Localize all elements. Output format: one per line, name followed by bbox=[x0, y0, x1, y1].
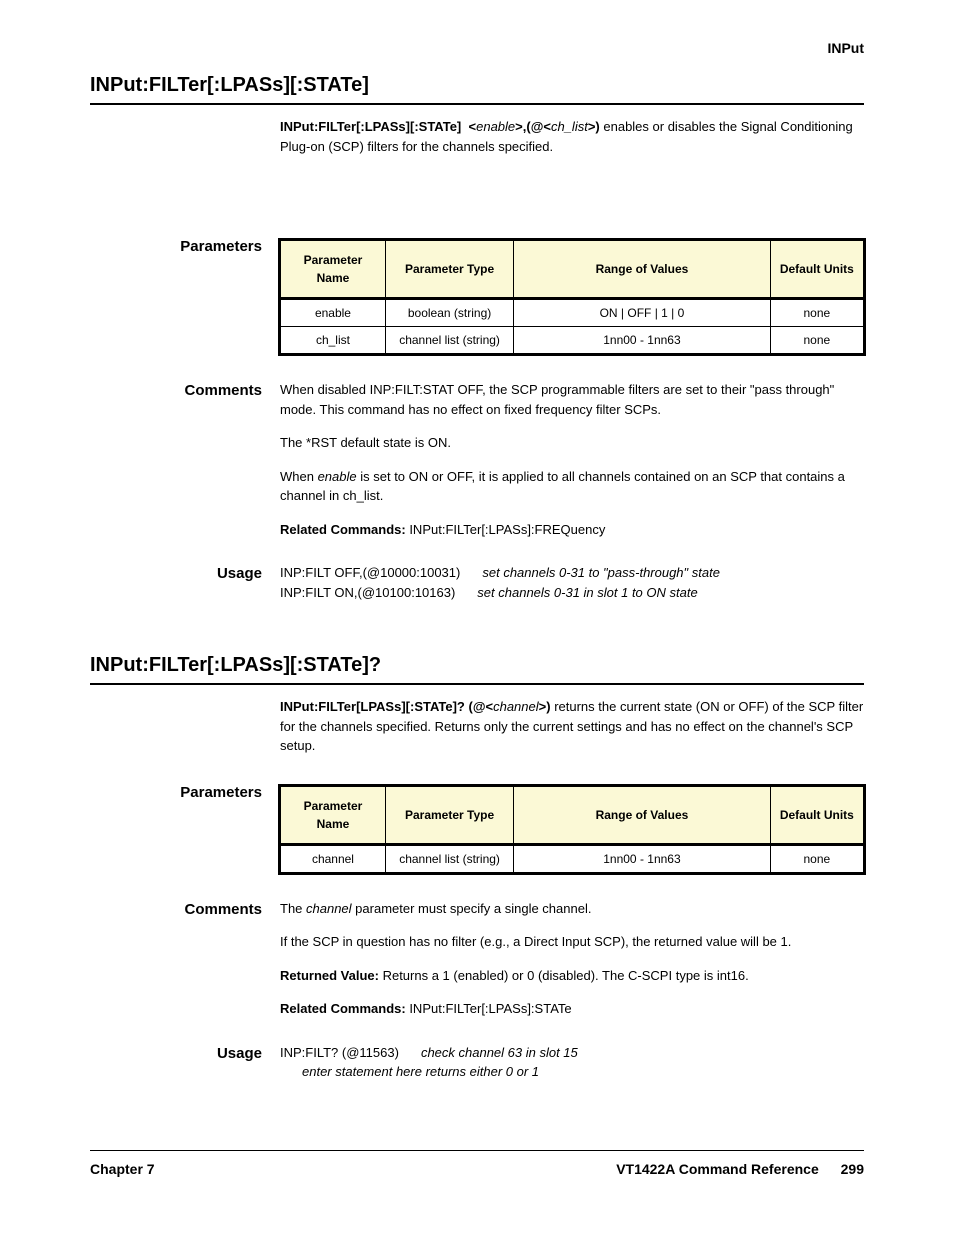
list-item: Related Commands: INPut:FILTer[:LPASs]:S… bbox=[280, 999, 864, 1019]
footer-chapter: Chapter 7 bbox=[90, 1161, 155, 1177]
col-range: Range of Values bbox=[514, 786, 771, 844]
page-footer: Chapter 7 VT1422A Command Reference 299 bbox=[90, 1150, 864, 1177]
section2-syntax-block: INPut:FILTer[LPASs][:STATe]? (@<channel>… bbox=[90, 697, 864, 756]
usage-label: Usage bbox=[90, 563, 280, 602]
section1-heading: INPut:FILTer[:LPASs][:STATe] bbox=[90, 74, 864, 105]
comments-label: Comments bbox=[90, 899, 280, 1033]
section2-syntax: INPut:FILTer[LPASs][:STATe]? (@<channel>… bbox=[280, 699, 554, 714]
section1-comments: Comments When disabled INP:FILT:STAT OFF… bbox=[90, 380, 864, 553]
col-units: Default Units bbox=[770, 786, 863, 844]
col-type: Parameter Type bbox=[385, 786, 513, 844]
col-type: Parameter Type bbox=[385, 241, 513, 299]
section2-comments: Comments The channel parameter must spec… bbox=[90, 899, 864, 1033]
section1-params-table: Parameter Name Parameter Type Range of V… bbox=[280, 240, 864, 354]
usage-row: INP:FILT ON,(@10100:10163) set channels … bbox=[280, 583, 864, 603]
document-page: INPut INPut:FILTer[:LPASs][:STATe] INPut… bbox=[0, 0, 954, 1235]
table-row: enable boolean (string) ON | OFF | 1 | 0… bbox=[281, 299, 864, 327]
col-units: Default Units bbox=[770, 241, 863, 299]
comments-label: Comments bbox=[90, 380, 280, 553]
table-row: channel channel list (string) 1nn00 - 1n… bbox=[281, 844, 864, 872]
section1-syntax: INPut:FILTer[:LPASs][:STATe] <enable>,(@… bbox=[280, 119, 603, 134]
section1-parameters: Parameters Parameter Name Parameter Type… bbox=[90, 236, 864, 354]
usage-row: enter statement here returns either 0 or… bbox=[280, 1062, 864, 1082]
list-item: When disabled INP:FILT:STAT OFF, the SCP… bbox=[280, 380, 864, 419]
section2-comment-list: The channel parameter must specify a sin… bbox=[280, 899, 864, 1019]
section1-comment-list: When disabled INP:FILT:STAT OFF, the SCP… bbox=[280, 380, 864, 539]
list-item: Related Commands: INPut:FILTer[:LPASs]:F… bbox=[280, 520, 864, 540]
list-item: When enable is set to ON or OFF, it is a… bbox=[280, 467, 864, 506]
col-name: Parameter Name bbox=[281, 241, 386, 299]
list-item: If the SCP in question has no filter (e.… bbox=[280, 932, 864, 952]
list-item: Returned Value: Returns a 1 (enabled) or… bbox=[280, 966, 864, 986]
list-item: The channel parameter must specify a sin… bbox=[280, 899, 864, 919]
usage-row: INP:FILT? (@11563) check channel 63 in s… bbox=[280, 1043, 864, 1063]
page-number: 299 bbox=[841, 1161, 864, 1177]
col-range: Range of Values bbox=[514, 241, 771, 299]
top-category-label: INPut bbox=[90, 40, 864, 56]
section2-heading: INPut:FILTer[:LPASs][:STATe]? bbox=[90, 654, 864, 685]
usage-label: Usage bbox=[90, 1043, 280, 1082]
parameters-label: Parameters bbox=[90, 236, 280, 354]
section2-parameters: Parameters Parameter Name Parameter Type… bbox=[90, 782, 864, 873]
section2-usage: Usage INP:FILT? (@11563) check channel 6… bbox=[90, 1043, 864, 1082]
col-name: Parameter Name bbox=[281, 786, 386, 844]
section1-usage: Usage INP:FILT OFF,(@10000:10031) set ch… bbox=[90, 563, 864, 602]
footer-title: VT1422A Command Reference 299 bbox=[616, 1161, 864, 1177]
list-item: The *RST default state is ON. bbox=[280, 433, 864, 453]
table-row: ch_list channel list (string) 1nn00 - 1n… bbox=[281, 327, 864, 354]
section2-params-table: Parameter Name Parameter Type Range of V… bbox=[280, 786, 864, 873]
parameters-label: Parameters bbox=[90, 782, 280, 873]
section1-syntax-block: INPut:FILTer[:LPASs][:STATe] <enable>,(@… bbox=[90, 117, 864, 156]
usage-row: INP:FILT OFF,(@10000:10031) set channels… bbox=[280, 563, 864, 583]
